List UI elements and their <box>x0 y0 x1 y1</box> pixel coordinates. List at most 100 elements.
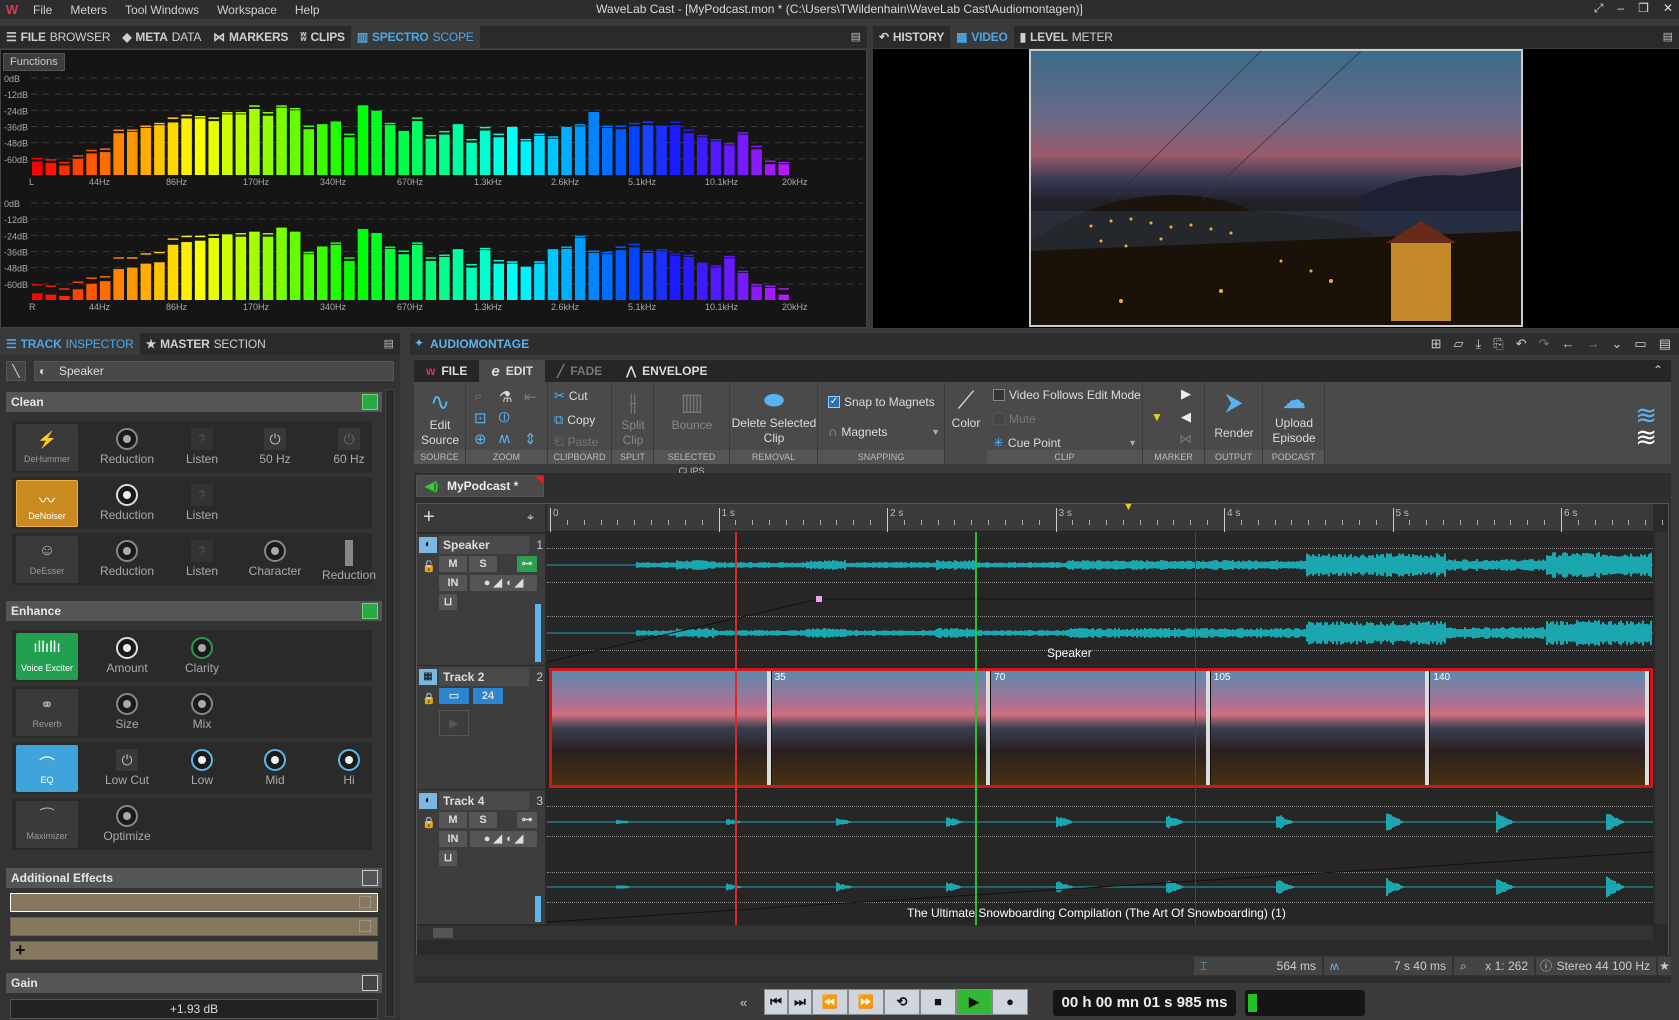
tab-markers[interactable]: ⋈ MARKERS <box>207 26 294 48</box>
favorites-icon[interactable]: ★ <box>1658 957 1671 975</box>
tab-video[interactable]: ▦ VIDEO <box>950 26 1014 48</box>
tab-metadata[interactable]: ◆ META DATA <box>116 26 207 48</box>
track-route-icon[interactable]: ⊶ <box>517 556 537 572</box>
cut-button[interactable]: ✂ Cut <box>554 388 588 404</box>
deesser-button[interactable]: ☺ DeEsser <box>16 536 78 583</box>
denoiser-button[interactable]: 〰 DeNoiser <box>16 480 78 527</box>
video-follows-edit-mode-checkbox[interactable]: Video Follows Edit Mode <box>993 388 1141 402</box>
redo-icon[interactable]: ↷ <box>1539 336 1550 352</box>
zoom-fit-icon[interactable]: ⊡ <box>474 409 496 427</box>
optimize-knob[interactable]: Optimize <box>92 801 162 849</box>
ribbon-tab-envelope[interactable]: ⋀ ENVELOPE <box>614 360 719 382</box>
low-cut-button[interactable]: ⏻ Low Cut <box>92 745 162 793</box>
ribbon-tab-fade[interactable]: ╱ FADE <box>545 360 614 382</box>
section-clean-header[interactable]: Clean <box>6 392 382 412</box>
panel-menu-icon[interactable]: ▤ <box>851 30 861 43</box>
tab-levelmeter[interactable]: ▮ LEVEL METER <box>1014 26 1119 48</box>
frame-rate-button[interactable]: 24 <box>473 688 503 704</box>
zoom-start-icon[interactable]: ⇤ <box>524 388 546 406</box>
tab-filebrowser[interactable]: ☰ FILE BROWSER <box>0 26 116 48</box>
input-button[interactable]: IN <box>439 831 467 847</box>
eq-button[interactable]: ⌒ EQ <box>16 745 78 792</box>
marker-yellow-icon[interactable]: ▼ <box>1151 410 1163 424</box>
section-enable-toggle[interactable] <box>362 394 378 410</box>
previous-marker-icon[interactable]: ◀ <box>1181 409 1191 425</box>
mix-knob[interactable]: Mix <box>167 689 237 737</box>
minimize-icon[interactable]: – <box>1617 1 1624 16</box>
lock-icon[interactable]: 🔒 <box>422 692 436 705</box>
edit-cursor[interactable] <box>1195 532 1196 925</box>
save-as-icon[interactable]: ⎘ <box>1493 336 1503 352</box>
panel-menu-icon[interactable]: ▤ <box>1663 30 1673 43</box>
selection-start-cursor[interactable] <box>735 532 737 925</box>
reduction-knob[interactable]: Reduction <box>92 424 162 472</box>
menu-tool-windows[interactable]: Tool Windows <box>116 3 208 17</box>
add-effect-button[interactable]: + <box>10 941 378 960</box>
delete-selected-clip-button[interactable]: ⬬ Delete Selected Clip <box>730 386 818 446</box>
zoom-factor-field[interactable]: ⌕ x 1: 262 <box>1454 957 1534 975</box>
stop-button[interactable]: ■ <box>920 989 956 1015</box>
input-button[interactable]: IN <box>439 575 467 591</box>
snap-to-magnets-checkbox[interactable]: ✓ Snap to Magnets <box>828 395 935 409</box>
collapse-ribbon-icon[interactable]: ⌃ <box>1653 363 1663 377</box>
section-enable-toggle[interactable] <box>362 870 378 886</box>
playback-cursor[interactable] <box>975 532 977 925</box>
menu-meters[interactable]: Meters <box>61 3 116 17</box>
gain-value-field[interactable]: +1.93 dB <box>10 999 378 1019</box>
window-icon[interactable]: ▭ <box>1634 336 1646 352</box>
restore-icon[interactable]: ❐ <box>1638 1 1649 16</box>
loop-button[interactable]: ⟲ <box>884 989 920 1015</box>
video-link-button[interactable]: ▭ <box>439 688 469 704</box>
effect-slot-1[interactable] <box>10 893 378 912</box>
menu-file[interactable]: File <box>24 3 61 17</box>
vertical-scrollbar[interactable] <box>1655 532 1667 924</box>
voice-exciter-button[interactable]: ıllıllı Voice Exciter <box>16 633 78 680</box>
mute-button[interactable]: M <box>439 812 467 828</box>
menu-help[interactable]: Help <box>286 3 329 17</box>
solo-button[interactable]: S <box>469 556 497 572</box>
inspector-scrollbar[interactable] <box>385 389 395 1017</box>
track-name[interactable]: Track 4 <box>439 792 529 810</box>
add-track-icon[interactable]: + <box>423 506 435 529</box>
tab-clips[interactable]: ʬ CLIPS <box>294 26 351 48</box>
section-additional-effects-header[interactable]: Additional Effects <box>6 868 382 888</box>
slot-toggle-icon[interactable] <box>359 896 371 908</box>
color-button[interactable]: ⟋ Color <box>945 386 987 431</box>
60hz-button[interactable]: ⏻ 60 Hz <box>314 424 384 472</box>
close-icon[interactable]: ✕ <box>1663 1 1673 16</box>
section-gain-header[interactable]: Gain <box>6 973 382 993</box>
track-lane-speaker[interactable]: Speaker <box>547 534 1653 665</box>
low-knob[interactable]: Low <box>167 745 237 793</box>
upload-episode-button[interactable]: ☁ Upload Episode <box>1263 386 1325 446</box>
fast-forward-button[interactable]: ⏩ <box>848 989 884 1015</box>
effect-slot-2[interactable] <box>10 917 378 936</box>
tab-spectroscope[interactable]: ▥ SPECTRO SCOPE <box>350 26 480 48</box>
edit-source-button[interactable]: ∿ Edit Source <box>416 388 464 448</box>
lock-icon[interactable]: 🔓 <box>422 560 436 573</box>
zoom-waveform-icon[interactable]: ʍ <box>499 430 521 448</box>
play-button[interactable]: ▶ <box>956 989 992 1015</box>
record-monitor-buttons[interactable]: ● ◢ ◖ ◢ <box>470 831 537 847</box>
track-name[interactable]: Track 2 <box>439 668 529 686</box>
size-knob[interactable]: Size <box>92 689 162 737</box>
bounce-button[interactable]: ▥ Bounce <box>654 388 730 433</box>
brush-tool-icon[interactable]: ╲ <box>6 361 26 381</box>
tab-history[interactable]: ↶ HISTORY <box>873 26 950 48</box>
fade-shape-icon[interactable]: ⊔ <box>439 594 457 610</box>
dropdown-icon[interactable]: ⌄ <box>1612 336 1623 352</box>
section-enable-toggle[interactable] <box>362 603 378 619</box>
fade-shape-icon[interactable]: ⊔ <box>439 850 457 866</box>
back-arrow-icon[interactable]: ← <box>1562 336 1575 352</box>
audio-format-field[interactable]: ⓘ Stereo 44 100 Hz <box>1536 957 1656 975</box>
undo-icon[interactable]: ↶ <box>1516 336 1527 352</box>
target-icon[interactable]: ⌖ <box>527 510 534 525</box>
render-button[interactable]: ⮞ Render <box>1205 388 1263 441</box>
horizontal-scrollbar[interactable] <box>417 926 1653 940</box>
section-enhance-header[interactable]: Enhance <box>6 601 382 621</box>
forward-arrow-icon[interactable]: → <box>1587 336 1600 352</box>
zoom-microscope-icon[interactable]: ⚗ <box>499 388 521 406</box>
envelope-point[interactable] <box>816 596 822 602</box>
paste-button[interactable]: ⎗ Paste <box>554 434 598 449</box>
scroll-thumb[interactable] <box>433 928 453 938</box>
reduction-knob[interactable]: Reduction <box>92 536 162 584</box>
